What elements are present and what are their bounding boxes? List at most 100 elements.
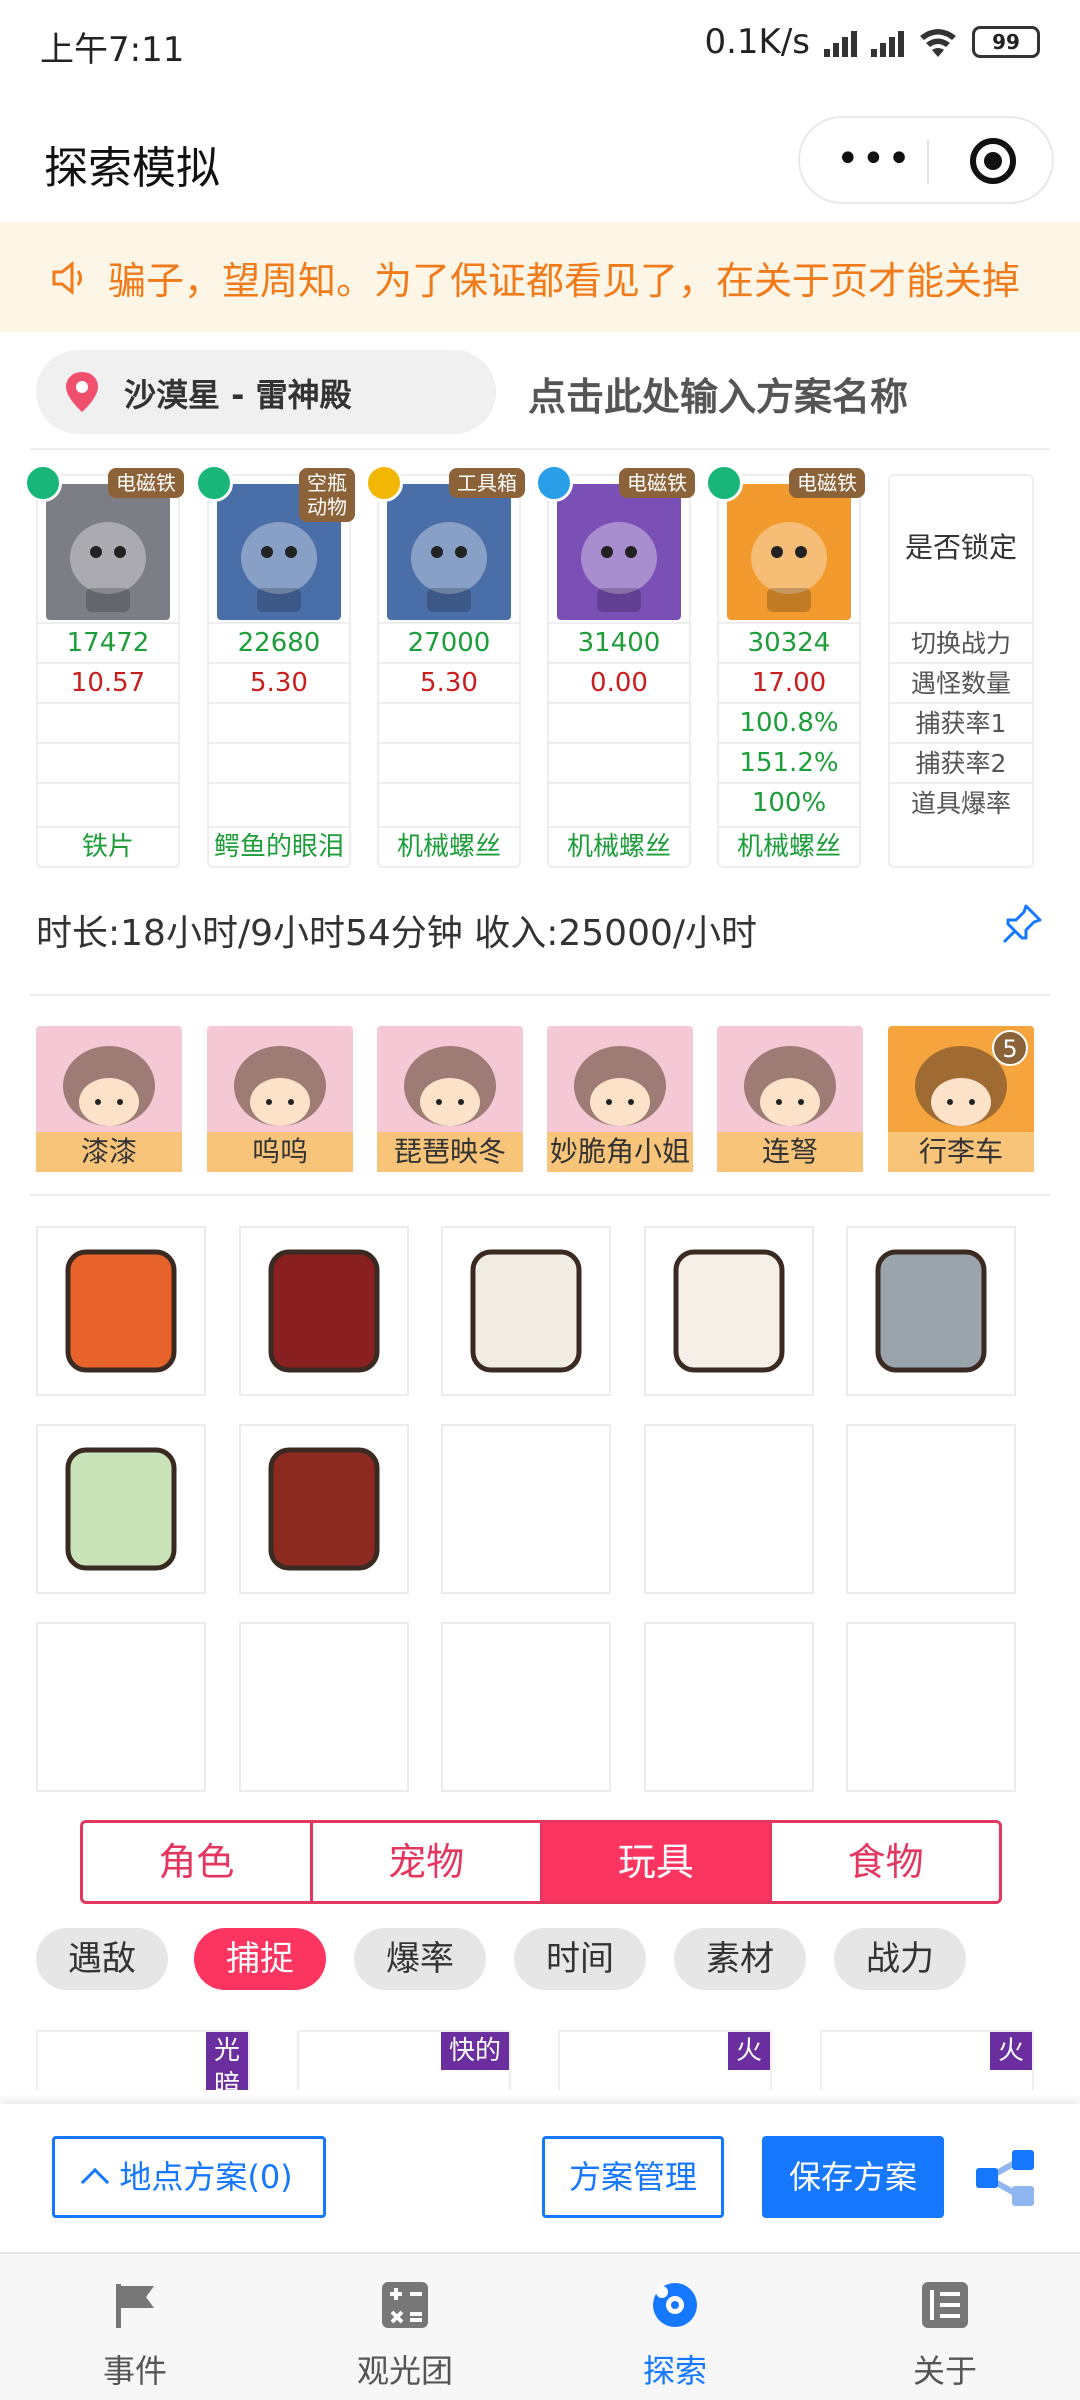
item-slot[interactable] <box>846 1226 1016 1396</box>
item-slot[interactable] <box>36 1226 206 1396</box>
character-power: 31400 <box>549 622 689 662</box>
character-card[interactable]: 空瓶 动物 22680 5.30 鳄鱼的眼泪 <box>195 464 355 868</box>
divider <box>30 1194 1050 1196</box>
item-slot[interactable] <box>239 1226 409 1396</box>
drop-item-name: 机械螺丝 <box>719 826 859 866</box>
location-selector[interactable]: 沙漠星 - 雷神殿 <box>36 350 496 434</box>
drop-item-name: 机械螺丝 <box>379 826 519 866</box>
character-card[interactable]: 电磁铁 17472 10.57 铁片 <box>24 464 184 868</box>
character-card[interactable]: 电磁铁 30324 17.00 100.8% 151.2% 100% 机械螺丝 <box>705 464 865 868</box>
item-tag: 光 暗 <box>205 2032 248 2090</box>
monster-count: 17.00 <box>719 662 859 702</box>
capsule-divider <box>927 140 929 184</box>
empty-item-slot[interactable] <box>239 1622 409 1792</box>
list-icon <box>920 2280 970 2330</box>
pin-icon[interactable] <box>1000 902 1044 946</box>
item-slot[interactable] <box>441 1226 611 1396</box>
team-member[interactable]: 漆漆 <box>36 1026 182 1172</box>
team-member[interactable]: 妙脆角小姐 <box>547 1026 693 1172</box>
rate2-label: 捕获率2 <box>890 742 1032 782</box>
location-plans-button[interactable]: 地点方案(0) <box>52 2136 326 2218</box>
close-miniprogram-icon[interactable] <box>970 138 1016 184</box>
character-card[interactable]: 工具箱 27000 5.30 机械螺丝 <box>365 464 525 868</box>
team-member[interactable]: 行李车 5 <box>888 1026 1034 1172</box>
nav-item[interactable]: 事件 <box>0 2254 270 2400</box>
monster-count: 5.30 <box>379 662 519 702</box>
chevron-up-icon <box>81 2167 110 2197</box>
location-plans-label: 地点方案(0) <box>119 2158 293 2196</box>
tab-0[interactable]: 角色 <box>83 1823 313 1901</box>
more-icon[interactable]: ••• <box>836 136 913 182</box>
plan-name-input[interactable]: 点击此处输入方案名称 <box>528 366 908 421</box>
empty-item-slot[interactable] <box>441 1424 611 1594</box>
capture-rate-2 <box>379 742 519 782</box>
nav-label: 事件 <box>102 2352 167 2390</box>
nav-item[interactable]: 关于 <box>810 2254 1080 2400</box>
filter-chip[interactable]: 捕捉 <box>194 1928 326 1990</box>
network-speed: 0.1K/s <box>704 22 810 62</box>
tab-2[interactable]: 玩具 <box>542 1823 773 1901</box>
manage-plans-button[interactable]: 方案管理 <box>542 2136 724 2218</box>
filter-chip[interactable]: 素材 <box>674 1928 806 1990</box>
title-bar: 探索模拟 ••• <box>0 108 1080 218</box>
empty-item-slot[interactable] <box>36 1622 206 1792</box>
character-portrait <box>387 484 511 620</box>
item-slot[interactable] <box>644 1226 814 1396</box>
drop-rate <box>209 782 349 822</box>
item-tag: 快的 <box>440 2032 509 2070</box>
monster-count: 10.57 <box>38 662 178 702</box>
item-slot[interactable] <box>239 1424 409 1594</box>
element-icon <box>705 464 743 502</box>
filter-chip[interactable]: 遇敌 <box>36 1928 168 1990</box>
team-member[interactable]: 呜呜 <box>207 1026 353 1172</box>
notice-text: 骗子，望周知。为了保证都看见了，在关于页才能关掉 <box>108 259 1021 303</box>
team-member[interactable]: 琵琶映冬 <box>377 1026 523 1172</box>
row-labels: 是否锁定 切换战力 遇怪数量 捕获率1 捕获率2 道具爆率 <box>888 474 1034 868</box>
empty-item-slot[interactable] <box>644 1622 814 1792</box>
filter-chip[interactable]: 爆率 <box>354 1928 486 1990</box>
explore-icon <box>650 2280 700 2330</box>
rate1-label: 捕获率1 <box>890 702 1032 742</box>
empty-item-slot[interactable] <box>441 1622 611 1792</box>
tab-1[interactable]: 宠物 <box>313 1823 543 1901</box>
item-card[interactable]: 光 暗 <box>36 2030 250 2090</box>
tab-3[interactable]: 食物 <box>772 1823 999 1901</box>
capture-rate-1 <box>209 702 349 742</box>
capture-rate-1 <box>379 702 519 742</box>
filter-chip[interactable]: 战力 <box>834 1928 966 1990</box>
wifi-icon <box>920 29 956 57</box>
drop-item-name: 铁片 <box>38 826 178 866</box>
character-card[interactable]: 电磁铁 31400 0.00 机械螺丝 <box>535 464 695 868</box>
filter-chip[interactable]: 时间 <box>514 1928 646 1990</box>
speaker-icon <box>52 260 82 296</box>
item-card[interactable]: 火 <box>820 2030 1034 2090</box>
power-label[interactable]: 切换战力 <box>890 622 1032 662</box>
monster-count: 5.30 <box>209 662 349 702</box>
equipment-tag: 电磁铁 <box>108 468 184 498</box>
item-card[interactable]: 快的 <box>297 2030 511 2090</box>
item-slot[interactable] <box>36 1424 206 1594</box>
drop-item-name: 鳄鱼的眼泪 <box>209 826 349 866</box>
equipment-tag: 空瓶 动物 <box>299 468 355 522</box>
nav-item[interactable]: 探索 <box>540 2254 810 2400</box>
team-member[interactable]: 连弩 <box>717 1026 863 1172</box>
status-time: 上午7:11 <box>40 30 185 70</box>
empty-item-slot[interactable] <box>644 1424 814 1594</box>
share-icon[interactable] <box>974 2150 1034 2206</box>
element-icon <box>24 464 62 502</box>
empty-item-slot[interactable] <box>846 1622 1016 1792</box>
item-card[interactable]: 火 <box>558 2030 772 2090</box>
character-portrait <box>46 484 170 620</box>
signal-icon-2 <box>871 27 904 57</box>
notice-bar[interactable]: 骗子，望周知。为了保证都看见了，在关于页才能关掉 <box>0 222 1080 332</box>
category-tabs: 角色 宠物 玩具 食物 <box>80 1820 1002 1904</box>
empty-item-slot[interactable] <box>846 1424 1016 1594</box>
save-plan-button[interactable]: 保存方案 <box>762 2136 944 2218</box>
element-icon <box>365 464 403 502</box>
drop-rate: 100% <box>719 782 859 822</box>
flag-icon <box>110 2280 160 2330</box>
nav-item[interactable]: 观光团 <box>270 2254 540 2400</box>
member-name: 呜呜 <box>207 1132 353 1172</box>
capture-rate-1: 100.8% <box>719 702 859 742</box>
lock-label[interactable]: 是否锁定 <box>890 526 1032 566</box>
